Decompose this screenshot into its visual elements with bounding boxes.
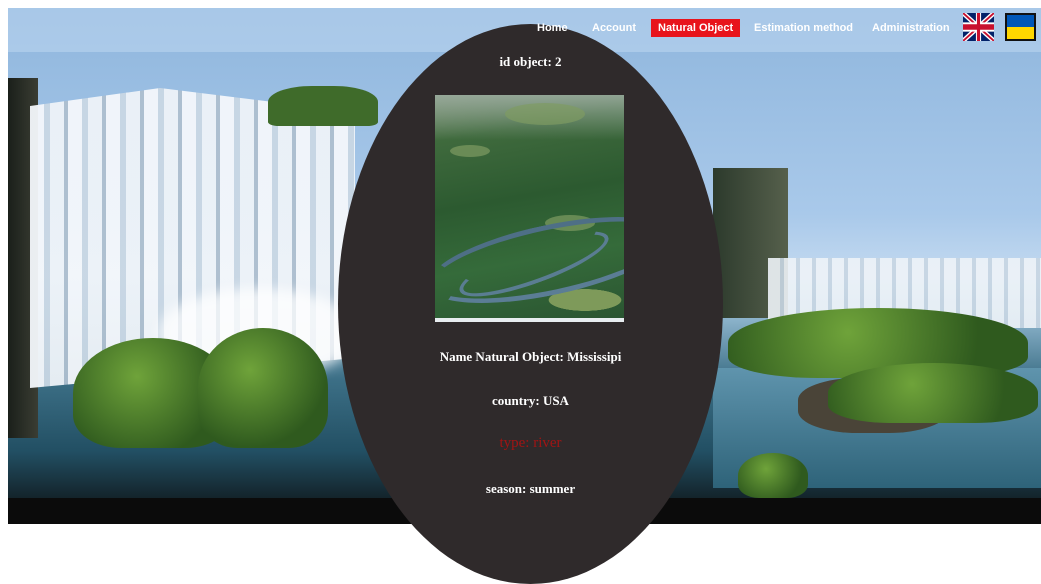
- object-name: Name Natural Object: Mississipi: [439, 349, 622, 364]
- object-id: id object: 2: [499, 54, 562, 69]
- rock-vegetation: [828, 363, 1038, 423]
- foreground-bush: [198, 328, 328, 448]
- nav-account[interactable]: Account: [592, 22, 636, 34]
- object-season: season: summer: [485, 481, 576, 496]
- nav-natural-object[interactable]: Natural Object: [651, 19, 741, 37]
- nav-estimation-method[interactable]: Estimation method: [754, 22, 853, 34]
- nav-home[interactable]: Home: [537, 22, 568, 34]
- object-type: type: river: [499, 435, 562, 451]
- nav-administration[interactable]: Administration: [872, 22, 950, 34]
- natural-object-card: id object: 2 Name Natural Object: Missis…: [338, 24, 723, 584]
- main-navigation: Home Account Natural Object Estimation m…: [0, 18, 1041, 44]
- uk-flag-icon[interactable]: [963, 13, 994, 41]
- cliff-trees: [268, 86, 378, 126]
- object-country: country: USA: [492, 393, 569, 408]
- ukraine-flag-icon[interactable]: [1005, 13, 1036, 41]
- natural-object-photo: [435, 95, 624, 322]
- grass-tuft: [738, 453, 808, 498]
